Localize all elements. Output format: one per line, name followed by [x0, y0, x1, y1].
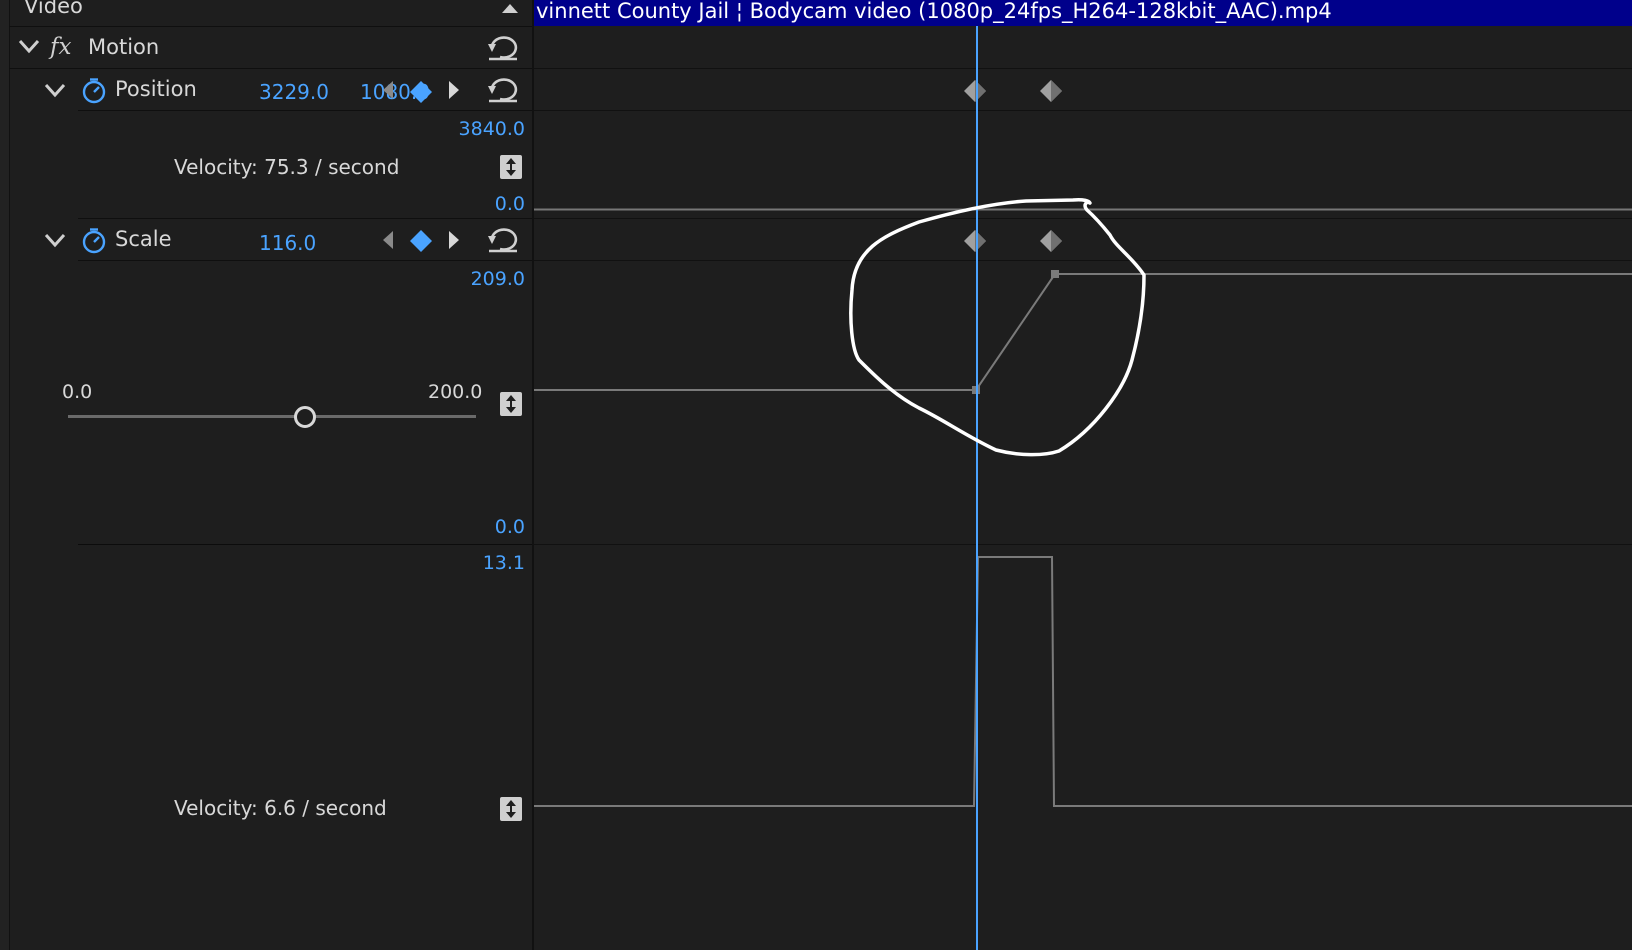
position-label: Position: [115, 77, 197, 101]
scale-label: Scale: [115, 227, 172, 251]
position-graph-max: 3840.0: [458, 118, 525, 140]
collapse-up-icon[interactable]: [500, 1, 520, 15]
chevron-down-icon[interactable]: [44, 232, 66, 248]
scale-graph-point-2: [1051, 270, 1059, 278]
video-section-label: Video: [24, 0, 83, 18]
position-x-value[interactable]: 3229.0: [259, 80, 329, 104]
slider-knob[interactable]: [293, 406, 316, 428]
clip-bar[interactable]: vinnett County Jail ¦ Bodycam video (108…: [534, 0, 1632, 26]
chevron-down-icon[interactable]: [18, 38, 40, 54]
scale-keyframe-2: [1040, 230, 1062, 252]
scale-value[interactable]: 116.0: [259, 231, 316, 255]
position-graph-min: 0.0: [494, 193, 525, 215]
graph-canvas: [534, 0, 1632, 950]
scale-keyframe-1: [964, 230, 986, 252]
scale-graph-min: 0.0: [494, 516, 525, 538]
next-keyframe-icon[interactable]: [446, 229, 462, 251]
position-keyframe-2: [1040, 80, 1062, 102]
reset-icon[interactable]: [486, 227, 520, 253]
effect-controls-panel: Video fx Motion Position 3229.0 1080.0 3…: [0, 0, 534, 950]
scale-velocity-curve: [534, 556, 1632, 807]
scale-slider-min: 0.0: [62, 381, 93, 403]
position-keyframe-1: [964, 80, 986, 102]
scale-velocity: Velocity: 6.6 / second: [174, 796, 387, 820]
motion-label: Motion: [88, 35, 160, 59]
scale-slider-max: 200.0: [428, 381, 483, 403]
previous-keyframe-icon[interactable]: [380, 229, 396, 251]
scale-value-curve: [534, 273, 1632, 391]
clip-name: vinnett County Jail ¦ Bodycam video (108…: [536, 0, 1332, 23]
keyframe-timeline[interactable]: [534, 0, 1632, 950]
reset-icon[interactable]: [486, 77, 520, 103]
chevron-down-icon[interactable]: [44, 82, 66, 98]
add-keyframe-icon[interactable]: [409, 229, 433, 253]
previous-keyframe-icon[interactable]: [380, 79, 396, 101]
reset-icon[interactable]: [486, 35, 520, 61]
panel-edge: [0, 0, 10, 950]
next-keyframe-icon[interactable]: [446, 79, 462, 101]
scale-velocity-max: 13.1: [482, 552, 525, 574]
expand-graph-icon[interactable]: [500, 797, 522, 821]
scale-graph-max: 209.0: [470, 268, 525, 290]
expand-graph-icon[interactable]: [500, 155, 522, 179]
expand-graph-icon[interactable]: [500, 392, 522, 416]
position-velocity: Velocity: 75.3 / second: [174, 155, 400, 179]
scale-slider[interactable]: [68, 404, 476, 428]
stopwatch-icon[interactable]: [81, 227, 107, 255]
stopwatch-icon[interactable]: [81, 77, 107, 105]
annotation-circle: [849, 198, 1146, 457]
fx-badge[interactable]: fx: [50, 34, 71, 60]
add-keyframe-icon[interactable]: [409, 80, 433, 104]
